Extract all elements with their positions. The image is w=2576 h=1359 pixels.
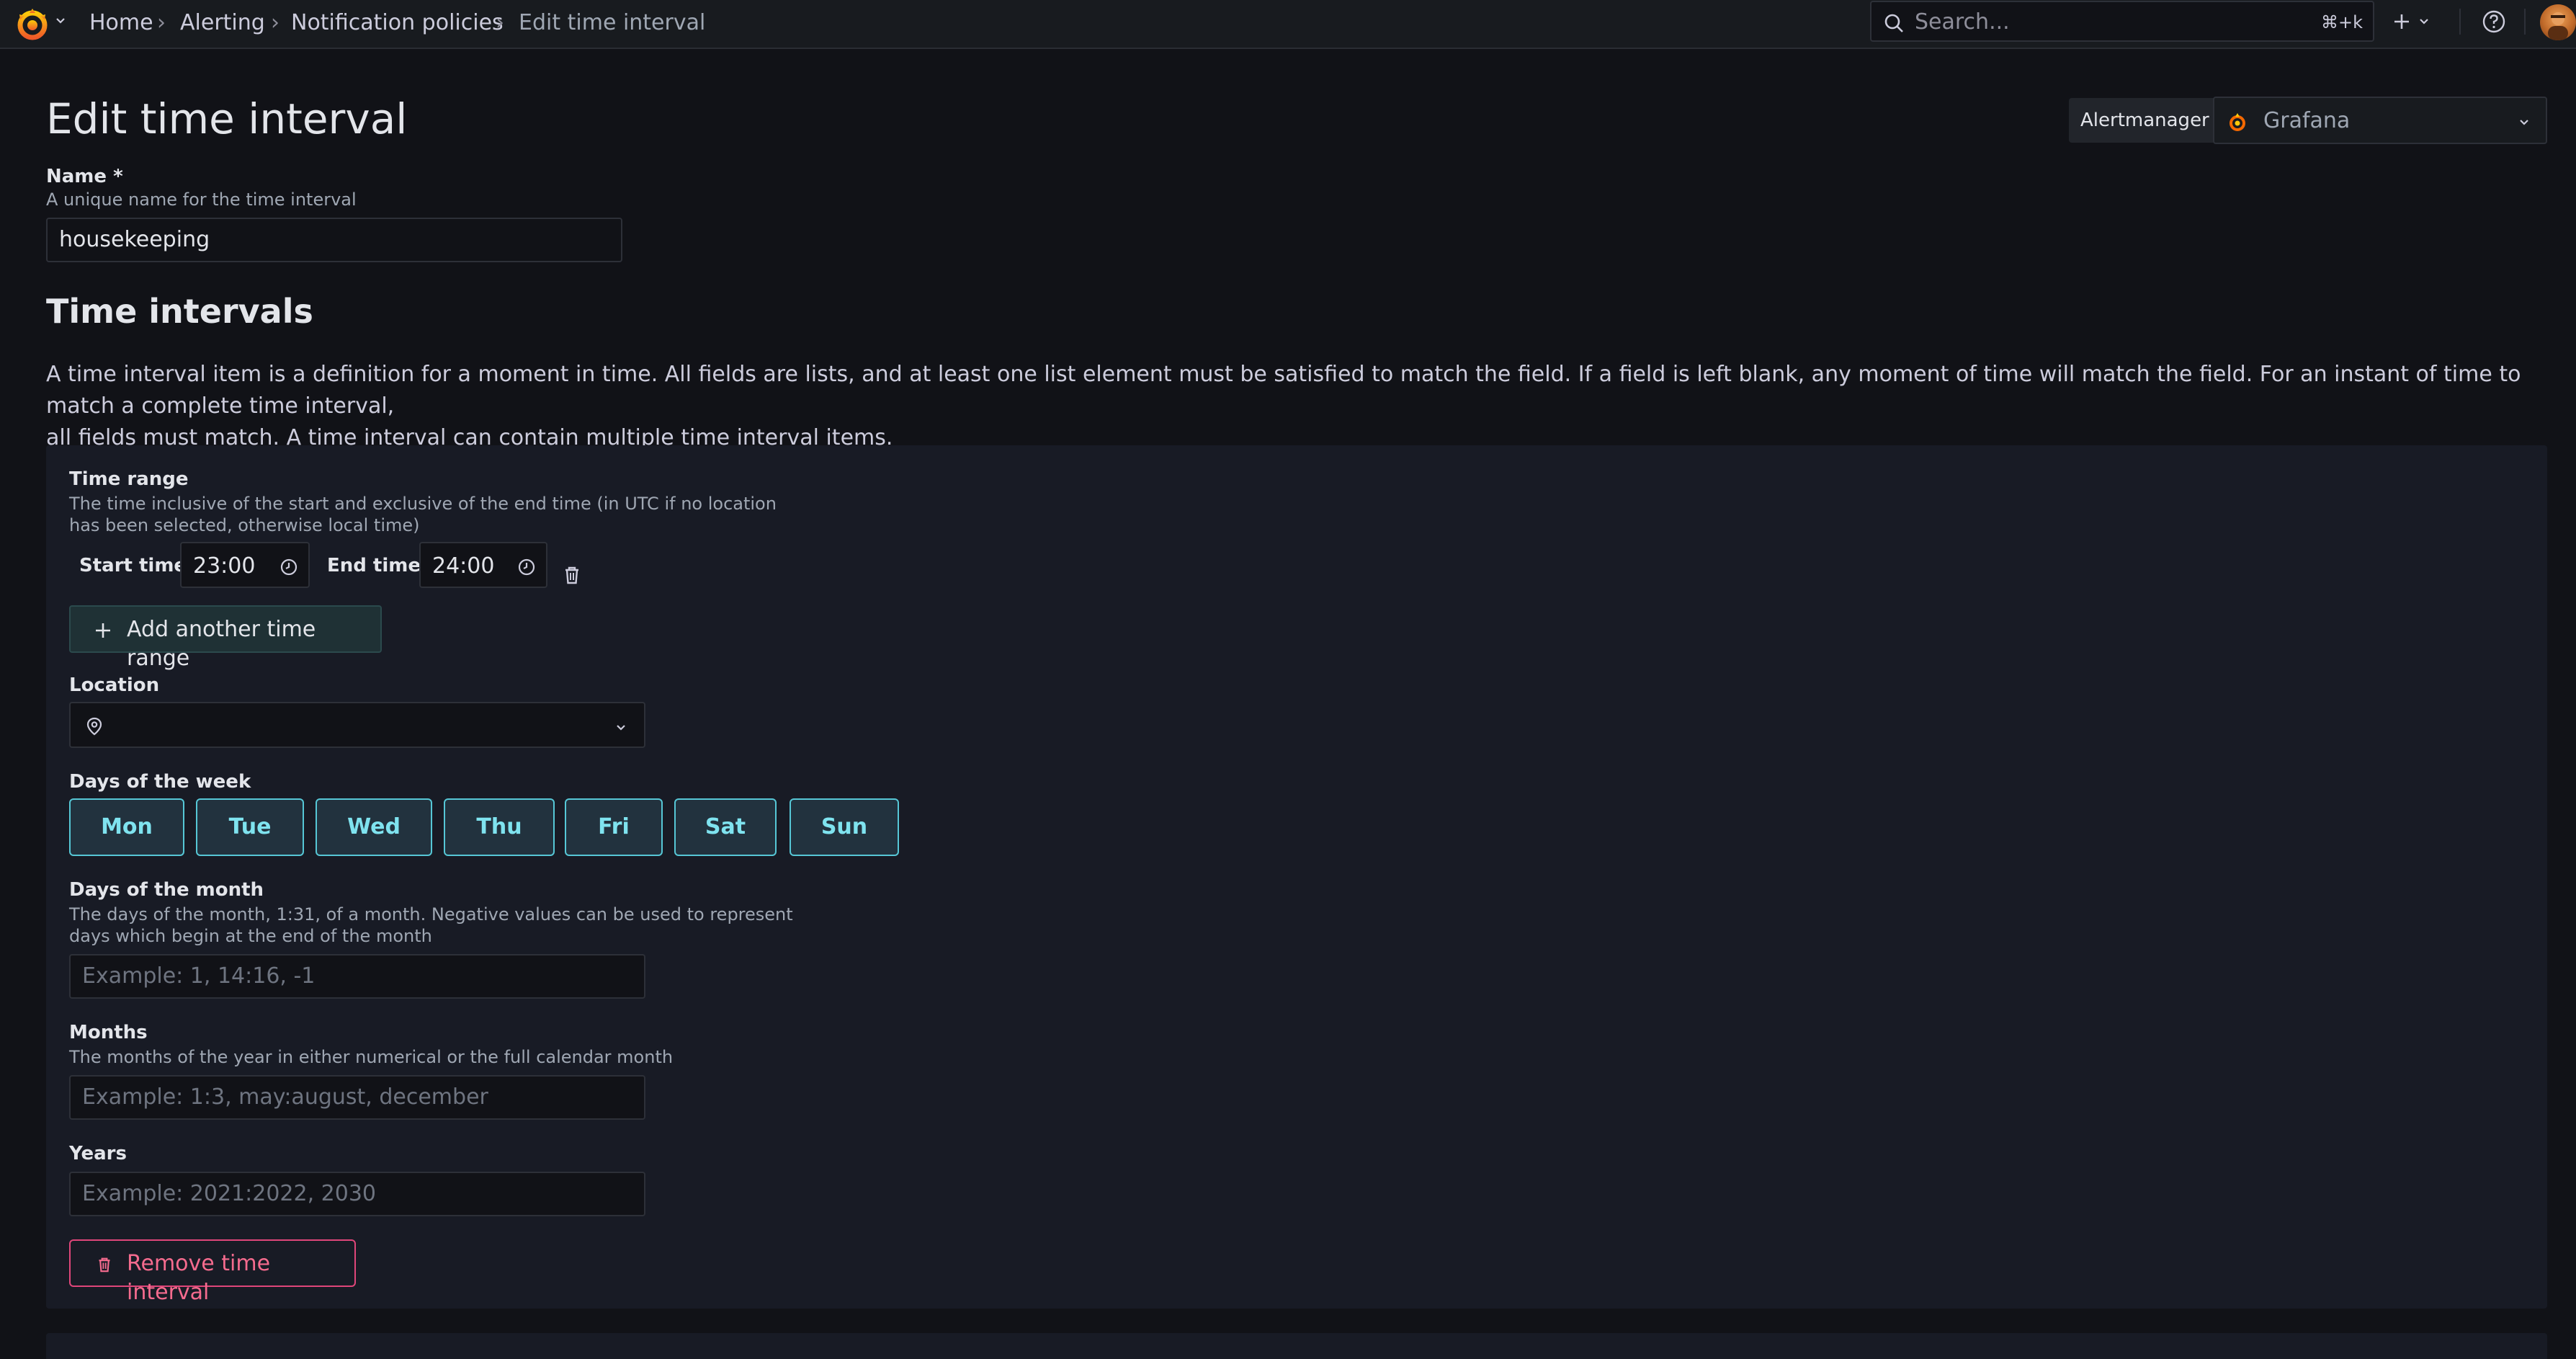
days-of-month-description: The days of the month, 1:31, of a month.… bbox=[69, 904, 793, 924]
breadcrumb-separator-icon: › bbox=[496, 10, 504, 35]
location-label: Location bbox=[69, 674, 160, 696]
breadcrumb-home[interactable]: Home bbox=[89, 9, 153, 37]
remove-time-interval-label: Remove time interval bbox=[127, 1251, 271, 1305]
page-title: Edit time interval bbox=[46, 94, 408, 143]
alertmanager-value: Grafana bbox=[2263, 108, 2351, 133]
time-intervals-heading: Time intervals bbox=[46, 292, 313, 331]
start-time-input[interactable]: 23:00 bbox=[180, 542, 310, 588]
search-icon bbox=[1884, 14, 1903, 32]
time-interval-item-panel bbox=[46, 1333, 2547, 1359]
toolbar-divider bbox=[2459, 9, 2461, 35]
search-shortcut: ⌘+k bbox=[2320, 12, 2363, 32]
months-input[interactable]: Example: 1:3, may:august, december bbox=[69, 1075, 645, 1120]
alertmanager-label: Alertmanager bbox=[2069, 98, 2221, 143]
alertmanager-select[interactable]: Grafana bbox=[2213, 97, 2547, 144]
add-time-range-button[interactable]: Add another time range bbox=[69, 605, 382, 671]
clock-icon bbox=[518, 558, 535, 576]
help-icon[interactable] bbox=[2478, 6, 2510, 37]
time-intervals-description: A time interval item is a definition for… bbox=[46, 359, 2553, 454]
start-time-value: 23:00 bbox=[193, 553, 256, 579]
day-toggle-mon[interactable]: Mon bbox=[69, 798, 184, 856]
days-of-week-label: Days of the week bbox=[69, 771, 251, 793]
breadcrumb-separator-icon: › bbox=[271, 10, 279, 35]
years-label: Years bbox=[69, 1143, 127, 1164]
day-toggle-thu[interactable]: Thu bbox=[444, 798, 555, 856]
time-range-label: Time range bbox=[69, 468, 189, 490]
days-of-month-input[interactable]: Example: 1, 14:16, -1 bbox=[69, 954, 645, 999]
remove-time-interval-button[interactable]: Remove time interval bbox=[69, 1239, 356, 1305]
day-toggle-tue[interactable]: Tue bbox=[196, 798, 304, 856]
toolbar-divider bbox=[2524, 9, 2526, 35]
add-time-range-label: Add another time range bbox=[127, 617, 316, 671]
trash-icon bbox=[99, 1257, 110, 1273]
day-toggle-sat[interactable]: Sat bbox=[674, 798, 777, 856]
days-of-month-label: Days of the month bbox=[69, 879, 264, 901]
day-toggle-fri[interactable]: Fri bbox=[565, 798, 663, 856]
clock-icon bbox=[280, 558, 298, 576]
months-description: The months of the year in either numeric… bbox=[69, 1047, 674, 1067]
end-time-label: End time bbox=[327, 555, 421, 576]
new-button[interactable] bbox=[2390, 6, 2439, 37]
end-time-value: 24:00 bbox=[432, 553, 495, 579]
delete-time-range-trash-icon[interactable] bbox=[559, 562, 585, 588]
months-label: Months bbox=[69, 1022, 148, 1043]
time-range-description: The time inclusive of the start and excl… bbox=[69, 494, 777, 514]
user-avatar[interactable] bbox=[2540, 4, 2576, 40]
name-description: A unique name for the time interval bbox=[46, 190, 357, 210]
breadcrumb-current: Edit time interval bbox=[519, 10, 706, 35]
search-input[interactable]: Search... ⌘+k bbox=[1870, 1, 2374, 42]
location-select[interactable] bbox=[69, 702, 645, 748]
map-marker-icon bbox=[86, 717, 102, 736]
end-time-input[interactable]: 24:00 bbox=[419, 542, 547, 588]
grafana-logo-icon[interactable] bbox=[13, 4, 52, 43]
chevron-down-icon bbox=[2520, 120, 2528, 125]
search-placeholder: Search... bbox=[1915, 9, 2010, 35]
years-input[interactable]: Example: 2021:2022, 2030 bbox=[69, 1172, 645, 1216]
breadcrumb-alerting[interactable]: Alerting bbox=[180, 9, 265, 37]
start-time-label: Start time bbox=[79, 555, 187, 576]
days-of-month-description: days which begin at the end of the month bbox=[69, 926, 432, 946]
breadcrumb-notification-policies[interactable]: Notification policies bbox=[291, 9, 504, 37]
plus-icon bbox=[96, 623, 110, 638]
chevron-down-icon[interactable] bbox=[53, 13, 68, 27]
grafana-logo-icon bbox=[2230, 113, 2245, 131]
day-toggle-wed[interactable]: Wed bbox=[316, 798, 432, 856]
breadcrumb-separator-icon: › bbox=[157, 10, 166, 35]
chevron-down-icon bbox=[617, 725, 625, 731]
description-line: A time interval item is a definition for… bbox=[46, 362, 2521, 419]
top-navigation-bar: Home › Alerting › Notification policies … bbox=[0, 0, 2576, 49]
day-toggle-sun[interactable]: Sun bbox=[790, 798, 899, 856]
time-range-description: has been selected, otherwise local time) bbox=[69, 515, 420, 535]
name-input[interactable]: housekeeping bbox=[46, 218, 622, 262]
name-label: Name * bbox=[46, 166, 123, 187]
